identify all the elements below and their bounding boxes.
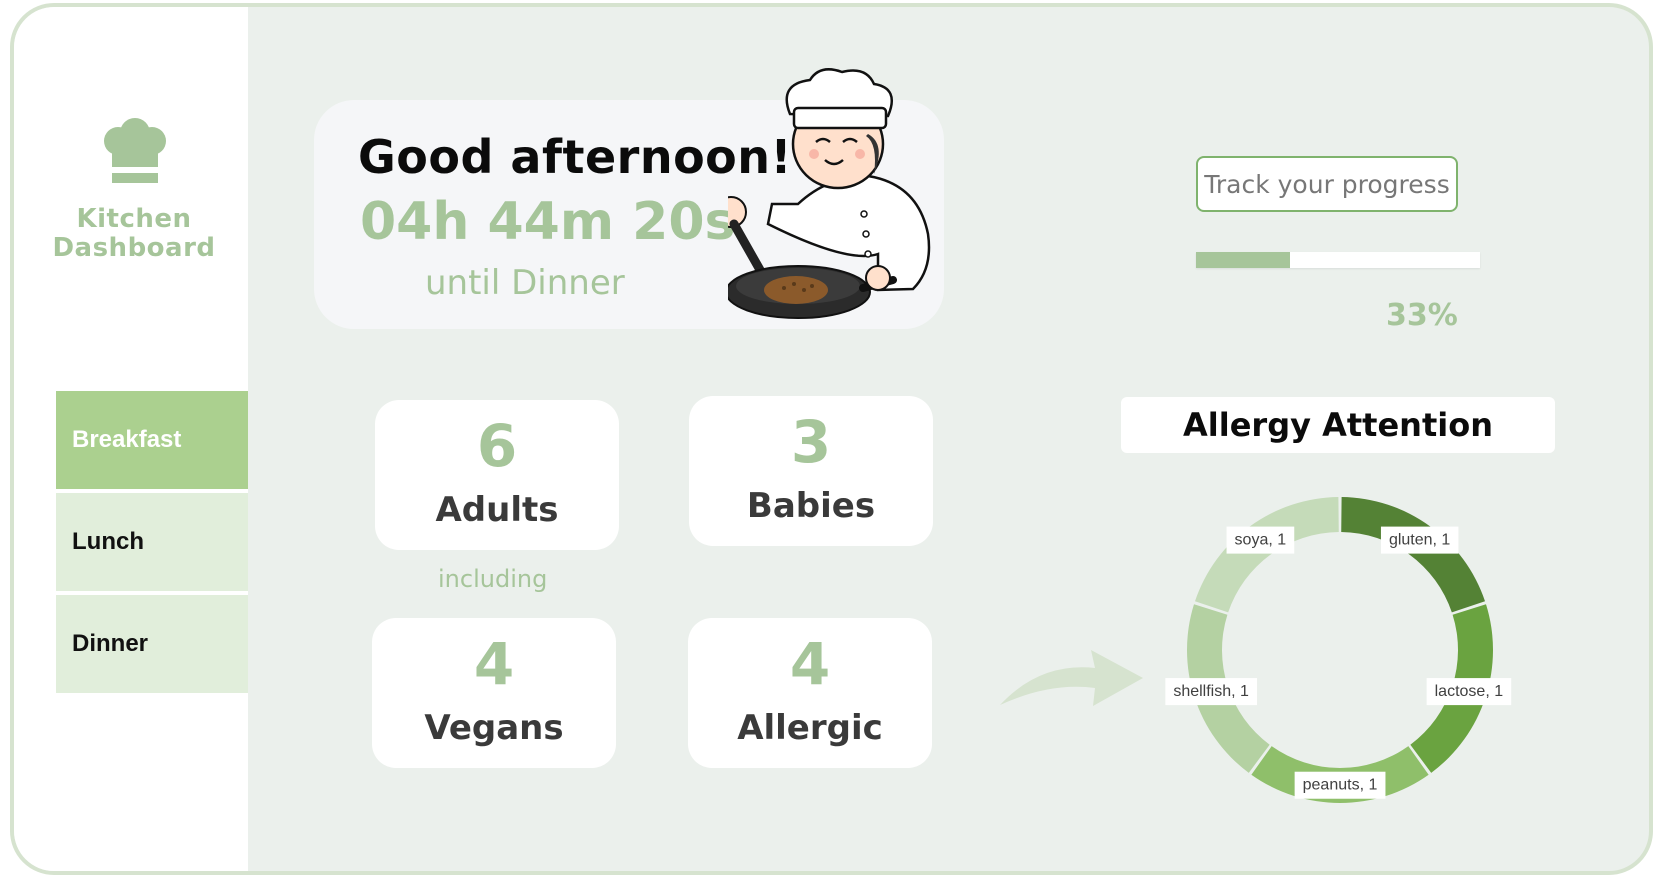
track-progress-button[interactable]: Track your progress [1196, 156, 1458, 212]
progress-bar [1196, 252, 1480, 268]
donut-slice-soya [1194, 497, 1339, 613]
allergic-label: Allergic [737, 708, 883, 748]
donut-label-gluten: gluten, 1 [1380, 526, 1459, 554]
svg-text:shellfish, 1: shellfish, 1 [1173, 683, 1249, 700]
allergy-title: Allergy Attention [1121, 397, 1555, 453]
progress-bar-fill [1196, 252, 1290, 268]
chef-cooking-illustration [728, 68, 931, 319]
donut-label-shellfish: shellfish, 1 [1165, 678, 1258, 706]
babies-label: Babies [746, 486, 876, 526]
svg-text:peanuts, 1: peanuts, 1 [1303, 777, 1378, 794]
vegans-count: 4 [473, 630, 515, 698]
countdown-subtitle: until Dinner [425, 263, 625, 303]
adults-card: 6 Adults [375, 400, 619, 550]
nav-lunch-label: Lunch [72, 528, 144, 555]
donut-slice-gluten [1341, 497, 1486, 613]
allergic-card: 4 Allergic [688, 618, 932, 768]
nav-dinner[interactable]: Dinner [56, 595, 248, 693]
arrow-icon [1000, 650, 1143, 706]
svg-text:gluten, 1: gluten, 1 [1389, 532, 1450, 549]
allergic-count: 4 [789, 630, 831, 698]
donut-label-lactose: lactose, 1 [1426, 678, 1512, 706]
greeting-title: Good afternoon! [358, 130, 793, 184]
babies-count: 3 [790, 408, 832, 476]
nav-breakfast-label: Breakfast [72, 426, 182, 453]
donut-label-soya: soya, 1 [1226, 526, 1295, 554]
countdown-timer: 04h 44m 20s [360, 192, 736, 252]
chef-hat-icon [104, 118, 166, 183]
vegans-card: 4 Vegans [372, 618, 616, 768]
app-title: Kitchen Dashboard [52, 204, 216, 263]
svg-text:lactose, 1: lactose, 1 [1435, 683, 1504, 700]
donut-label-peanuts: peanuts, 1 [1294, 771, 1386, 799]
svg-text:soya, 1: soya, 1 [1235, 532, 1287, 549]
nav-breakfast[interactable]: Breakfast [56, 391, 248, 489]
nav-lunch[interactable]: Lunch [56, 493, 248, 591]
including-caption: including [438, 565, 548, 593]
nav-dinner-label: Dinner [72, 630, 149, 657]
sidebar: Kitchen Dashboard Breakfast Lunch Dinner [14, 7, 248, 871]
adults-count: 6 [476, 412, 518, 480]
progress-percent: 33% [1386, 298, 1458, 333]
adults-label: Adults [435, 490, 559, 530]
babies-card: 3 Babies [689, 396, 933, 546]
vegans-label: Vegans [424, 708, 564, 748]
allergy-donut-chart: gluten, 1 lactose, 1 peanuts, 1 shellfish, … [1165, 497, 1512, 803]
